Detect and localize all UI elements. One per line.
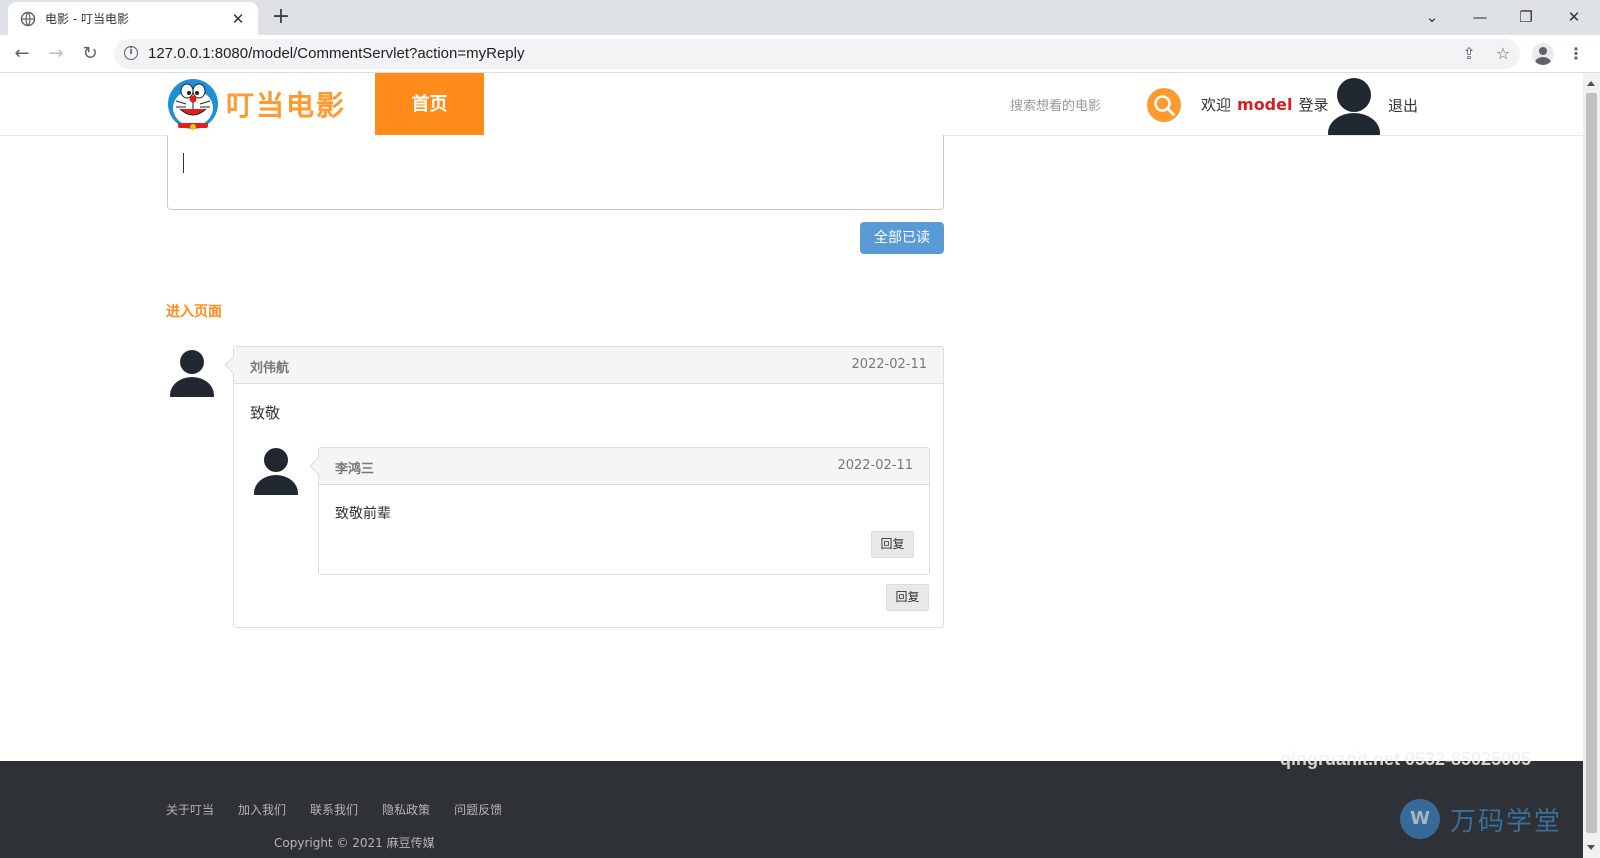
username: model [1237,95,1293,114]
scroll-up-icon[interactable] [1587,81,1595,86]
search-button[interactable] [1147,88,1181,122]
user-avatar[interactable] [1326,75,1382,135]
site-footer: qingruanit.net 0532-85025005 关于叮当 加入我们 联… [0,749,1583,858]
search-icon [1154,95,1175,116]
comment-text: 致敬 [250,404,281,422]
minimize-icon[interactable]: — [1458,4,1502,30]
copyright-text: Copyright © 2021 麻豆传媒 [274,836,435,850]
comment-card: 刘伟航 2022-02-11 致敬 李鸿三 2022-02-11 致敬前辈 回复… [224,346,944,628]
footer-link-join[interactable]: 加入我们 [238,801,286,818]
browser-tab[interactable]: 电影 - 叮当电影 ✕ [8,2,258,35]
watermark-logo: W 万码学堂 [1400,799,1562,839]
close-tab-icon[interactable]: ✕ [230,10,246,28]
globe-icon [20,11,36,27]
bookmark-star-icon[interactable]: ☆ [1492,43,1514,65]
welcome-label: 欢迎 [1201,96,1232,114]
tab-title: 电影 - 叮当电影 [45,12,129,26]
site-logo[interactable]: 叮当电影 [166,77,346,131]
footer-link-privacy[interactable]: 隐私政策 [382,801,430,818]
address-url[interactable]: 127.0.0.1:8080/model/CommentServlet?acti… [148,45,524,62]
reply-to-reply-button[interactable]: 回复 [871,531,914,558]
page-viewport: 叮当电影 首页 搜索想看的电影 欢迎 model 登录 退出 全部已读 进入页面 [0,73,1583,858]
browser-menu-icon[interactable]: ⋮ [1568,43,1584,65]
new-tab-icon[interactable]: + [268,5,294,31]
comment-header: 刘伟航 2022-02-11 [234,347,943,384]
scroll-down-icon[interactable] [1587,845,1595,850]
restore-icon[interactable]: ❐ [1504,4,1548,30]
reply-to-comment-button[interactable]: 回复 [886,584,929,611]
reply-textarea[interactable] [167,135,944,210]
watermark-brand: 万码学堂 [1450,806,1563,837]
window-close-icon[interactable]: ✕ [1552,4,1596,30]
site-header: 叮当电影 首页 搜索想看的电影 欢迎 model 登录 退出 [0,73,1583,136]
forward-icon[interactable]: → [42,40,70,68]
reply-text: 致敬前辈 [335,506,391,522]
search-input[interactable]: 搜索想看的电影 [1010,95,1101,114]
welcome-area: 欢迎 model 登录 [1201,94,1328,115]
enter-page-link[interactable]: 进入页面 [166,301,222,321]
reload-icon[interactable]: ↻ [76,40,104,68]
watermark-text: qingruanit.net 0532-85025005 [1280,749,1532,769]
browser-tab-strip: 电影 - 叮当电影 ✕ + ⌄ — ❐ ✕ [0,0,1600,35]
footer-links: 关于叮当 加入我们 联系我们 隐私政策 问题反馈 [166,801,502,818]
footer-link-feedback[interactable]: 问题反馈 [454,801,502,818]
profile-icon[interactable] [1532,43,1554,65]
reply-header: 李鸿三 2022-02-11 [319,448,929,485]
replier-avatar [252,445,300,495]
login-link[interactable]: 登录 [1298,94,1328,115]
doraemon-logo-icon [166,77,220,131]
reply-card: 李鸿三 2022-02-11 致敬前辈 回复 [309,447,930,575]
nav-home-tab[interactable]: 首页 [375,73,484,136]
reply-author: 李鸿三 [335,462,375,477]
address-bar[interactable]: i 127.0.0.1:8080/model/CommentServlet?ac… [114,39,1520,69]
logo-text: 叮当电影 [226,89,347,122]
tab-search-icon[interactable]: ⌄ [1410,4,1454,30]
footer-link-about[interactable]: 关于叮当 [166,801,214,818]
comment-author: 刘伟航 [250,361,290,376]
commenter-avatar [168,347,216,397]
footer-link-contact[interactable]: 联系我们 [310,801,358,818]
mark-all-read-button[interactable]: 全部已读 [860,222,944,254]
comment-date: 2022-02-11 [851,357,927,372]
browser-toolbar: ← → ↻ i 127.0.0.1:8080/model/CommentServ… [0,35,1600,73]
site-info-icon[interactable]: i [124,46,138,60]
text-caret [183,153,184,173]
share-icon[interactable]: ⇪ [1458,43,1480,65]
reply-date: 2022-02-11 [837,458,913,473]
logout-link[interactable]: 退出 [1388,95,1418,116]
scrollbar-thumb[interactable] [1586,93,1597,833]
vertical-scrollbar[interactable] [1583,73,1600,858]
watermark-logo-icon: W [1400,799,1440,839]
back-icon[interactable]: ← [8,40,36,68]
